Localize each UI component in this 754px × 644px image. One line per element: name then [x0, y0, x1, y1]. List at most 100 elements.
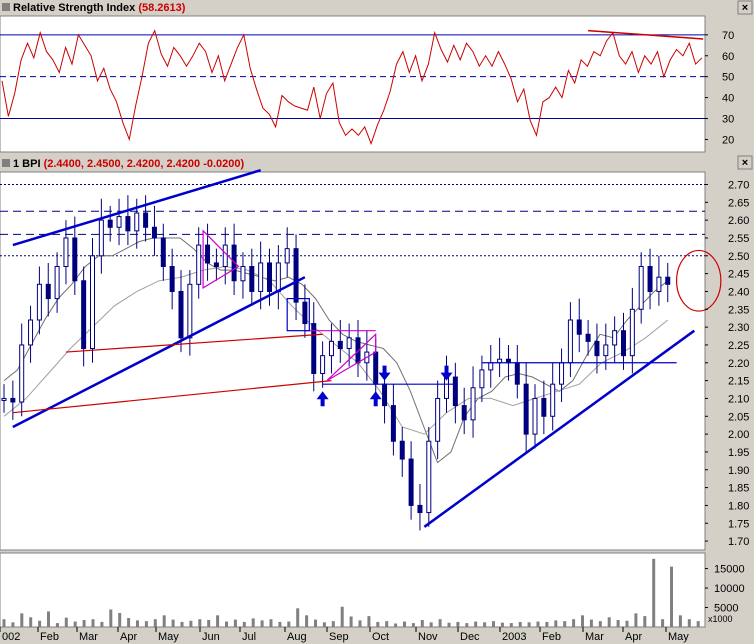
stock-chart: Relative Strength Index (58.2613) × 1 BP… — [0, 0, 754, 644]
rsi-panel-value: (58.2613) — [138, 2, 185, 14]
price-bar-body — [107, 219, 113, 228]
price-bar-body — [567, 319, 573, 364]
x-tick-label: Apr — [120, 631, 137, 643]
x-tick-label: Nov — [418, 631, 438, 643]
volume-bar — [411, 623, 415, 627]
price-tick-label: 1.80 — [728, 500, 749, 512]
volume-bar — [171, 619, 175, 627]
price-bar-body — [594, 340, 600, 357]
volume-bar — [492, 621, 495, 627]
rsi-plot-area — [0, 15, 706, 153]
price-bar-body — [656, 276, 662, 292]
price-bar-body — [479, 369, 485, 389]
price-tick-label: 1.85 — [728, 483, 749, 495]
price-bar-body — [160, 237, 166, 267]
price-bar-body — [337, 340, 343, 350]
rsi-panel-icon — [2, 3, 10, 11]
price-bar-body — [488, 362, 494, 371]
price-bar-body — [240, 266, 246, 282]
price-bar-body — [328, 340, 334, 357]
price-bar-body — [532, 397, 538, 435]
price-bar-body — [603, 344, 609, 357]
x-tick-label: Feb — [40, 631, 59, 643]
volume-bar — [394, 623, 398, 627]
price-bar-body — [81, 280, 87, 350]
price-bar-body — [196, 244, 202, 285]
price-tick-label: 2.10 — [728, 393, 749, 405]
rsi-tick-label: 40 — [722, 93, 734, 105]
x-tick-label: Jul — [242, 631, 256, 643]
volume-bar — [64, 617, 68, 627]
price-bar-body — [426, 440, 432, 514]
price-bar-body — [461, 405, 467, 421]
volume-bar — [563, 621, 567, 627]
svg-text:1 BPI (2.4400, 2.4500, 2: 1 BPI (2.4400, 2.4500, 2.4200, 2.4200 -0… — [13, 158, 245, 170]
x-tick-label: May — [158, 631, 179, 643]
volume-bar — [545, 621, 549, 627]
volume-bar — [82, 619, 86, 627]
volume-tick-label: 5000 — [714, 603, 738, 615]
volume-bar — [643, 616, 647, 627]
volume-bar — [483, 622, 487, 627]
volume-unit-label: x1000 — [708, 614, 733, 624]
volume-bar — [153, 619, 157, 627]
volume-bar — [2, 619, 6, 627]
volume-bar — [322, 622, 326, 627]
price-bar-body — [258, 262, 264, 292]
volume-bar — [661, 619, 665, 627]
x-tick-label: Oct — [372, 631, 389, 643]
volume-bar — [572, 619, 576, 627]
rsi-tick-label: 30 — [722, 114, 734, 126]
price-tick-label: 2.70 — [728, 179, 749, 191]
volume-bar — [38, 620, 42, 627]
x-tick-label: Mar — [79, 631, 98, 643]
volume-bar — [198, 619, 202, 627]
price-bar-body — [213, 262, 219, 267]
volume-bar — [100, 621, 104, 627]
price-tick-label: 2.35 — [728, 304, 749, 316]
x-tick-label: 2003 — [502, 631, 526, 643]
volume-bar — [287, 621, 291, 627]
volume-bar — [589, 619, 593, 627]
rsi-tick-label: 20 — [722, 134, 734, 146]
volume-bar — [162, 615, 166, 627]
volume-bar — [403, 621, 406, 627]
price-bar-body — [382, 383, 388, 407]
volume-bar — [625, 620, 629, 627]
price-bar-body — [28, 319, 34, 346]
price-bar-body — [585, 333, 591, 342]
price-bar-body — [205, 244, 211, 264]
price-bar-body — [116, 216, 122, 228]
volume-bar — [305, 615, 309, 627]
price-bar-body — [559, 362, 565, 385]
price-bar-body — [621, 330, 626, 357]
volume-bar — [598, 621, 602, 627]
price-tick-label: 2.30 — [728, 322, 749, 334]
price-close-icon: × — [742, 157, 748, 169]
price-bar-body — [452, 376, 458, 407]
price-bar-body — [178, 290, 184, 339]
x-tick-label: Jun — [202, 631, 220, 643]
price-bar-body — [399, 440, 405, 460]
rsi-tick-label: 70 — [722, 30, 734, 42]
volume-bar — [527, 622, 531, 627]
price-tick-label: 2.25 — [728, 340, 749, 352]
volume-bar — [367, 616, 371, 627]
volume-bar — [474, 621, 478, 627]
price-bar-body — [550, 383, 556, 417]
x-tick-label: Feb — [542, 631, 561, 643]
price-tick-label: 2.65 — [728, 197, 749, 209]
volume-bar — [91, 619, 95, 627]
price-bar-body — [320, 355, 326, 374]
volume-bar — [269, 619, 273, 627]
price-bar-body — [435, 397, 441, 442]
price-tick-label: 2.05 — [728, 411, 749, 423]
price-bar-body — [576, 319, 582, 335]
volume-tick-label: 10000 — [714, 583, 745, 595]
price-tick-label: 2.60 — [728, 215, 749, 227]
price-panel-ohlc: (2.4400, 2.4500, 2.4200, 2.4200 -0.0200) — [44, 158, 245, 170]
volume-bar — [20, 613, 24, 627]
volume-bar — [581, 615, 584, 627]
price-bar-body — [36, 283, 42, 321]
price-bar-body — [408, 458, 414, 506]
